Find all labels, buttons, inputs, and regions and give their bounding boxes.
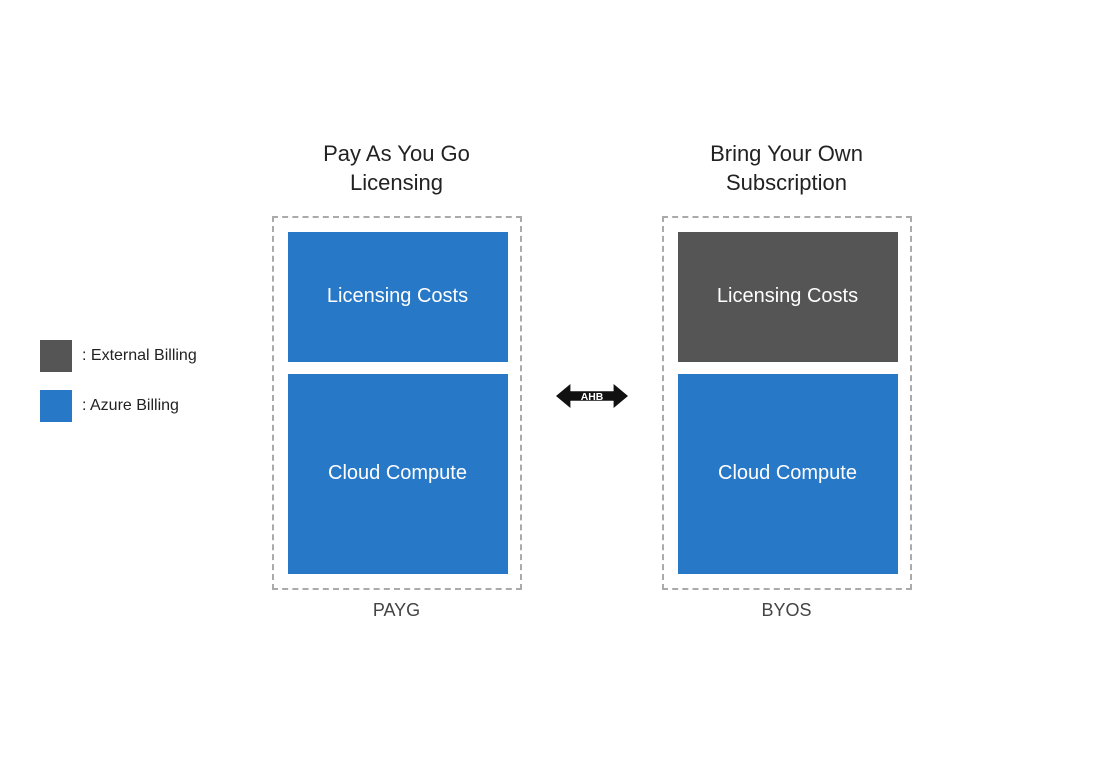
byos-column: Bring Your OwnSubscription Licensing Cos… bbox=[662, 140, 912, 620]
legend-box-dark bbox=[40, 340, 72, 372]
payg-dashed-box: Licensing Costs Cloud Compute bbox=[272, 216, 522, 590]
legend-item-azure: : Azure Billing bbox=[40, 390, 197, 422]
columns-wrapper: Pay As You GoLicensing Licensing Costs C… bbox=[272, 140, 912, 620]
payg-licensing-block: Licensing Costs bbox=[288, 232, 508, 362]
svg-text:AHB: AHB bbox=[580, 392, 603, 403]
byos-compute-block: Cloud Compute bbox=[678, 374, 898, 574]
payg-label: PAYG bbox=[373, 600, 420, 621]
legend-label-azure: : Azure Billing bbox=[82, 397, 179, 415]
payg-title: Pay As You GoLicensing bbox=[323, 140, 470, 197]
legend: : External Billing : Azure Billing bbox=[40, 340, 197, 422]
byos-title: Bring Your OwnSubscription bbox=[710, 140, 863, 197]
legend-label-external: : External Billing bbox=[82, 347, 197, 365]
byos-licensing-block: Licensing Costs bbox=[678, 232, 898, 362]
legend-item-external: : External Billing bbox=[40, 340, 197, 372]
payg-column: Pay As You GoLicensing Licensing Costs C… bbox=[272, 140, 522, 620]
ahb-arrow-svg: AHB bbox=[547, 376, 637, 416]
byos-label: BYOS bbox=[761, 600, 811, 621]
ahb-arrow: AHB bbox=[532, 376, 652, 416]
legend-box-blue bbox=[40, 390, 72, 422]
payg-compute-block: Cloud Compute bbox=[288, 374, 508, 574]
double-arrow: AHB bbox=[547, 376, 637, 416]
diagram-container: : External Billing : Azure Billing Pay A… bbox=[0, 0, 1103, 761]
byos-dashed-box: Licensing Costs Cloud Compute bbox=[662, 216, 912, 590]
